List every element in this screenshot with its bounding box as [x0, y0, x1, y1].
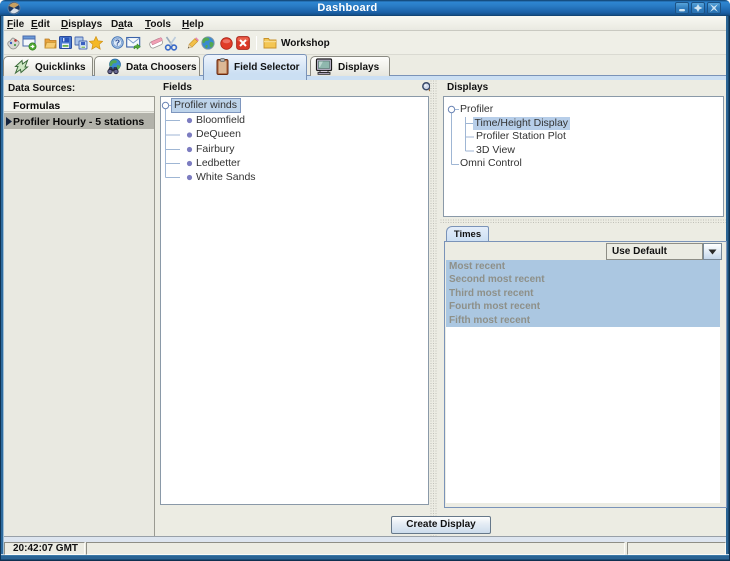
svg-text:?: ? [115, 37, 120, 47]
